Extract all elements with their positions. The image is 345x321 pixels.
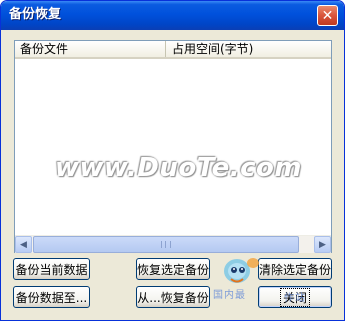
arrow-left-icon: ◀	[20, 239, 27, 250]
scroll-right-button[interactable]: ▶	[314, 236, 331, 253]
backup-restore-dialog: 备份恢复 ✕ 备份文件 占用空间(字节) www.DuoTe.com ◀ ▶ 备…	[0, 0, 345, 321]
mascot-logo-icon	[224, 258, 259, 283]
list-header: 备份文件 占用空间(字节)	[15, 41, 331, 59]
close-icon: ✕	[321, 7, 334, 24]
overlay-watermark-text: 国内最	[213, 290, 246, 301]
restore-from-button[interactable]: 从...恢复备份	[136, 286, 210, 308]
arrow-right-icon: ▶	[319, 239, 326, 250]
overlay-watermark-text-2: 作站	[284, 293, 306, 304]
backup-current-button[interactable]: 备份当前数据	[13, 258, 90, 280]
scroll-left-button[interactable]: ◀	[15, 236, 32, 253]
grip-icon	[161, 241, 171, 248]
backup-file-list[interactable]: 备份文件 占用空间(字节) www.DuoTe.com ◀ ▶	[14, 40, 332, 253]
duote-watermark: www.DuoTe.com	[55, 153, 302, 183]
close-window-button[interactable]: ✕	[317, 5, 338, 26]
restore-selected-button[interactable]: 恢复选定备份	[136, 258, 210, 280]
column-header-size[interactable]: 占用空间(字节)	[167, 41, 331, 57]
title-bar[interactable]: 备份恢复 ✕	[1, 1, 344, 30]
backup-to-button[interactable]: 备份数据至...	[13, 286, 90, 308]
window-title: 备份恢复	[9, 7, 62, 22]
column-header-backup-file[interactable]: 备份文件	[15, 41, 166, 57]
